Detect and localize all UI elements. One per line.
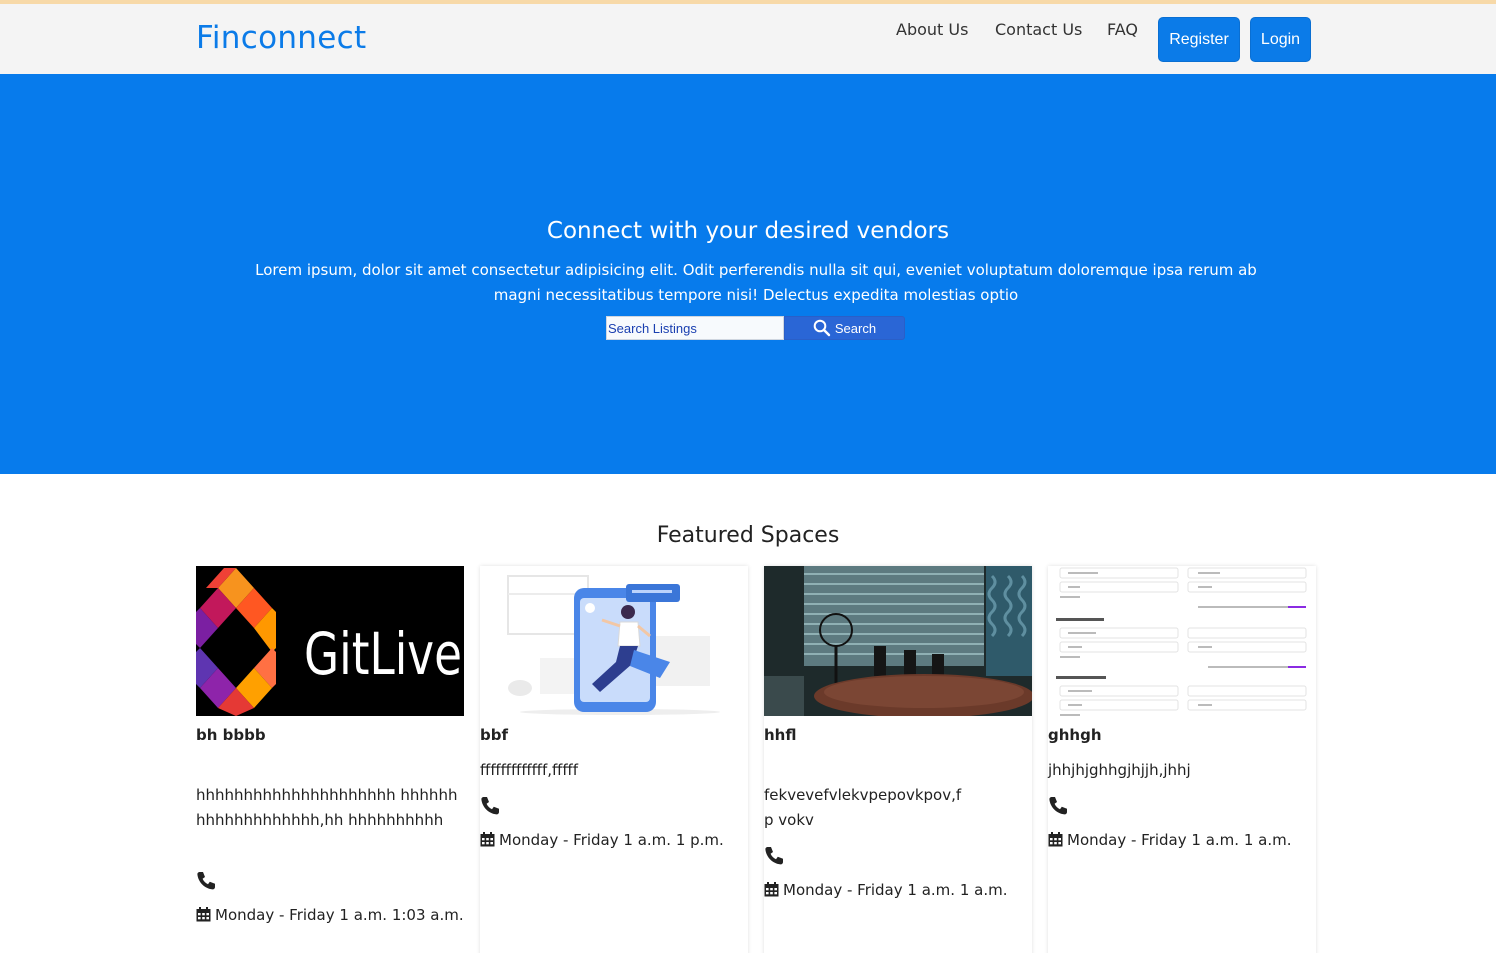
listing-hours: Monday - Friday 1 a.m. 1 a.m. [1048,828,1316,853]
listing-name: ghhgh [1048,726,1102,744]
listing-image [764,566,1032,716]
listing-hours-text: Monday - Friday 1 a.m. 1 p.m. [499,831,724,849]
phone-icon [481,797,499,815]
svg-text:GitLive: GitLive [304,620,462,688]
listing-name: hhfl [764,726,797,744]
navbar: Finconnect About Us Contact Us FAQ Regis… [0,4,1496,74]
nav-link-about-us[interactable]: About Us [896,20,968,39]
calendar-icon [1048,832,1063,847]
illustration-image [480,566,748,716]
search-input[interactable] [606,316,784,340]
gitlive-logo-image: GitLive [196,566,464,716]
calendar-icon [480,832,495,847]
phone-icon [765,847,783,865]
nav-link-faq[interactable]: FAQ [1107,20,1138,39]
search-icon [813,319,831,337]
login-button[interactable]: Login [1250,17,1311,62]
register-button[interactable]: Register [1158,17,1240,62]
brand-logo[interactable]: Finconnect [196,20,366,56]
listing-image [1048,566,1316,716]
listing-description: jhhjhjghhgjhjjh,jhhj [1048,761,1191,779]
listing-card[interactable]: GitLive bh bbbb hhhhhhhhhhhhhhhhhhhhh hh… [196,566,464,953]
listing-card[interactable]: ghhgh jhhjhjghhgjhjjh,jhhj Monday - Frid… [1048,566,1316,953]
search-form: Search [606,316,906,340]
phone-icon [197,872,215,890]
listing-description: fffffffffffff,fffff [480,761,579,779]
listing-description: fekvevefvlekvpepovkpov,fp vokv [764,786,962,829]
listing-image: GitLive [196,566,464,716]
featured-spaces-title: Featured Spaces [656,523,840,548]
office-photo-image [764,566,1032,716]
listing-name: bh bbbb [196,726,266,744]
hero-title: Connect with your desired vendors [546,218,950,244]
nav-link-contact-us[interactable]: Contact Us [995,20,1082,39]
listing-card[interactable]: bbf fffffffffffff,fffff Monday - Friday … [480,566,748,953]
listing-hours: Monday - Friday 1 a.m. 1 a.m. [764,878,1032,903]
listing-hours-text: Monday - Friday 1 a.m. 1:03 a.m. [215,906,464,924]
listing-hours: Monday - Friday 1 a.m. 1 p.m. [480,828,748,853]
listing-name: bbf [480,726,509,744]
search-button[interactable]: Search [784,316,905,340]
listing-hours: Monday - Friday 1 a.m. 1:03 a.m. [196,903,464,928]
phone-icon [1049,797,1067,815]
listing-hours-text: Monday - Friday 1 a.m. 1 a.m. [1067,831,1292,849]
listing-card[interactable]: hhfl fekvevefvlekvpepovkpov,fp vokv Mond… [764,566,1032,953]
listing-image [480,566,748,716]
hero-subtitle: Lorem ipsum, dolor sit amet consectetur … [255,261,1257,304]
form-screenshot-image [1048,566,1316,716]
listing-description: hhhhhhhhhhhhhhhhhhhhh hhhhhhhhhhhhhhhhhh… [196,786,458,829]
hero-banner: Connect with your desired vendors Lorem … [0,74,1496,474]
listing-hours-text: Monday - Friday 1 a.m. 1 a.m. [783,881,1008,899]
calendar-icon [196,907,211,922]
search-button-label: Search [834,320,877,336]
calendar-icon [764,882,779,897]
